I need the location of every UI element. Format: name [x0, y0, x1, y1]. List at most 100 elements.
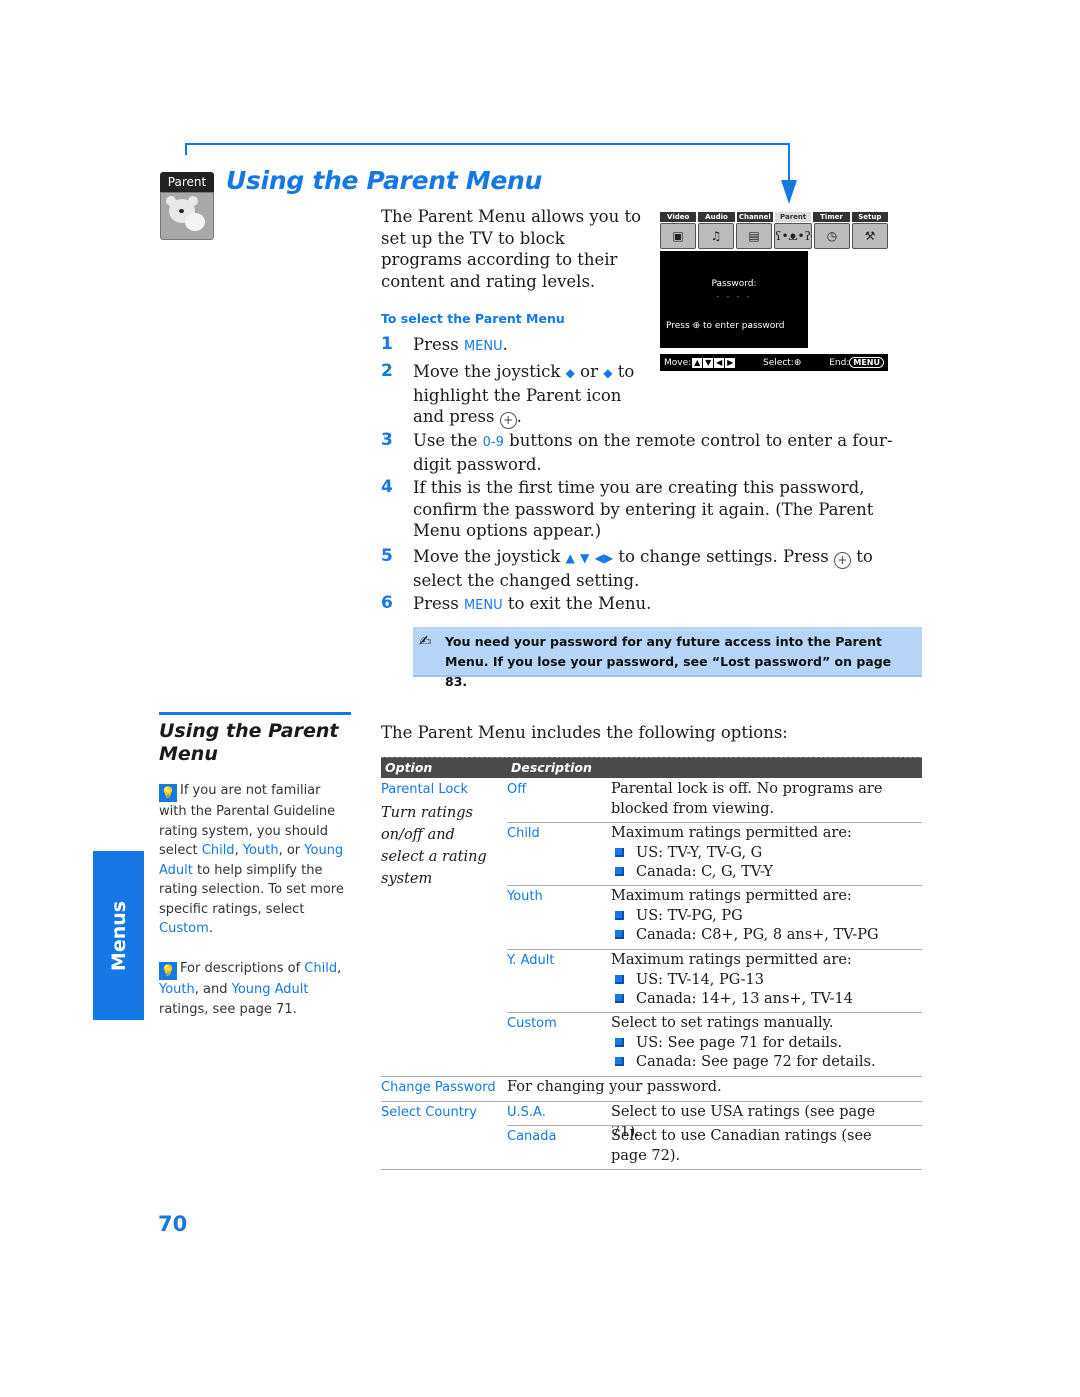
- channel-icon: ▤: [736, 223, 773, 249]
- option-description: Select to use Canadian ratings (see page…: [611, 1128, 872, 1164]
- rating-text: Canada: 14+, 13 ans+, TV-14: [636, 991, 853, 1007]
- tip-text: , or: [278, 843, 305, 858]
- parent-icon-label: Parent: [160, 172, 214, 192]
- lightbulb-icon: 💡: [159, 962, 177, 980]
- rating-list-item: Canada: C, G, TV-Y: [615, 863, 915, 883]
- tip-2: 💡 For descriptions of Child, Youth, and Y…: [159, 961, 342, 1017]
- rating-text: Canada: C8+, PG, 8 ans+, TV-PG: [636, 927, 879, 943]
- step-number: 5: [381, 546, 393, 566]
- arrow-right-icon: ◆: [603, 366, 613, 380]
- option-description: For changing your password.: [507, 1079, 722, 1095]
- arrow-left-icon: ◆: [565, 366, 575, 380]
- password-hint: Press ⊕ to enter password: [666, 321, 784, 331]
- note-text: You need your password for any future ac…: [445, 634, 892, 689]
- checkbox-bullet-icon: [615, 1057, 624, 1066]
- table-header: Option Description: [381, 757, 922, 778]
- tv-tab-video: Video: [660, 212, 697, 222]
- rating-list-item: US: TV-Y, TV-G, G: [615, 844, 915, 864]
- table-intro: The Parent Menu includes the following o…: [381, 723, 788, 742]
- column-header-description: Description: [511, 760, 592, 775]
- note-box: ✍ You need your password for any future …: [413, 627, 922, 689]
- tip-keyword: Child: [304, 961, 338, 976]
- sidebar-rule: [159, 712, 351, 715]
- rating-text: Canada: See page 72 for details.: [636, 1054, 876, 1070]
- option-description: Maximum ratings permitted are:: [611, 888, 852, 904]
- end-hint: End: MENU: [829, 357, 884, 368]
- tip-text: ratings, see page 71.: [159, 1001, 297, 1017]
- bear-icon: [160, 192, 214, 240]
- tip-keyword: Youth: [159, 982, 195, 997]
- step-number: 1: [381, 334, 393, 354]
- row-divider: [507, 949, 922, 950]
- checkbox-bullet-icon: [615, 867, 624, 876]
- checkbox-bullet-icon: [615, 847, 624, 857]
- table-bottom-rule: [381, 1169, 922, 1170]
- toolbox-icon: ⚒: [852, 223, 889, 249]
- tv-tab-parent: Parent: [774, 212, 812, 222]
- option-description: Maximum ratings permitted are:: [611, 825, 852, 841]
- rating-text: US: TV-14, PG-13: [636, 971, 764, 988]
- intro-text: The Parent Menu allows you to set up the…: [381, 207, 642, 291]
- section-tab-label: Menus: [107, 900, 130, 971]
- rating-list-item: US: TV-PG, PG: [615, 907, 915, 927]
- tv-tab-setup: Setup: [851, 212, 888, 222]
- parent-menu-icon: Parent: [160, 172, 214, 240]
- option-description: Select to set ratings manually.: [611, 1015, 834, 1031]
- step-text: Move the joystick: [413, 362, 561, 381]
- row-divider: [381, 1076, 922, 1077]
- pencil-icon: ✍: [419, 632, 432, 650]
- lightbulb-icon: 💡: [159, 784, 177, 802]
- step-number: 3: [381, 430, 393, 450]
- select-button-icon: ⊕: [793, 357, 802, 368]
- arrow-down-icon: ▼: [580, 551, 590, 565]
- tv-tab-audio: Audio: [698, 212, 735, 222]
- tip-keyword: Young Adult: [231, 982, 309, 997]
- option-change-password: Change Password: [381, 1080, 496, 1095]
- sidebar-title: Using the Parent Menu: [159, 720, 339, 765]
- joystick-press-icon: +: [499, 412, 517, 429]
- arrow-right-icon: ▶: [725, 357, 736, 368]
- tip-keyword: Custom: [159, 921, 209, 936]
- bracket-line: [185, 143, 187, 155]
- password-screen: Password: - - - - Press ⊕ to enter passw…: [660, 251, 808, 348]
- bear-icon: ʕ•ᴥ•ʔ: [774, 223, 812, 249]
- row-divider: [381, 1101, 922, 1102]
- suboption-youth: Youth: [507, 889, 543, 904]
- clock-icon: ◷: [814, 223, 851, 249]
- password-field: - - - -: [716, 292, 752, 302]
- tv-tab-timer: Timer: [813, 212, 850, 222]
- tip-text: .: [208, 921, 213, 936]
- step-text: Use the: [413, 431, 483, 450]
- page-number: 70: [158, 1212, 188, 1236]
- arrow-left-icon: ◀: [714, 357, 725, 368]
- section-tab-menus[interactable]: Menus: [93, 851, 144, 1020]
- select-hint: Select:⊕: [763, 357, 802, 368]
- step-text: .: [516, 407, 522, 426]
- checkbox-bullet-icon: [615, 910, 624, 920]
- suboption-canada: Canada: [507, 1129, 557, 1144]
- tv-status-bar: Move: ▲ ▼ ◀ ▶ Select:⊕ End: MENU: [660, 354, 888, 371]
- tip-1: 💡 If you are not familiar with the Parent…: [159, 783, 344, 936]
- option-select-country: Select Country: [381, 1105, 477, 1120]
- menu-button-icon: MENU: [849, 357, 884, 368]
- step-number: 6: [381, 593, 393, 613]
- checkbox-bullet-icon: [615, 930, 624, 939]
- tv-tab-channel: Channel: [736, 212, 773, 222]
- checkbox-bullet-icon: [615, 974, 624, 984]
- arrow-down-icon: ▼: [703, 357, 714, 368]
- tip-text: For descriptions of: [180, 961, 305, 976]
- suboption-off: Off: [507, 782, 527, 797]
- step-number: 4: [381, 477, 393, 497]
- tv-menu-icons: ▣ ♫ ▤ ʕ•ᴥ•ʔ ◷ ⚒: [660, 223, 889, 249]
- rating-text: US: See page 71 for details.: [636, 1034, 843, 1051]
- checkbox-bullet-icon: [615, 994, 624, 1003]
- option-description: Parental lock is off. No programs are bl…: [611, 781, 883, 817]
- step-text: or: [580, 362, 598, 381]
- checkbox-bullet-icon: [615, 1037, 624, 1047]
- rating-text: US: TV-Y, TV-G, G: [636, 844, 763, 861]
- move-hint: Move: ▲ ▼ ◀ ▶: [664, 357, 736, 368]
- tv-menu-tabs: Video Audio Channel Parent Timer Setup: [660, 212, 888, 222]
- tip-keyword: Child: [201, 843, 235, 858]
- row-divider: [507, 1125, 922, 1126]
- option-parental-lock-description: Turn ratings on/off and select a rating …: [381, 805, 487, 887]
